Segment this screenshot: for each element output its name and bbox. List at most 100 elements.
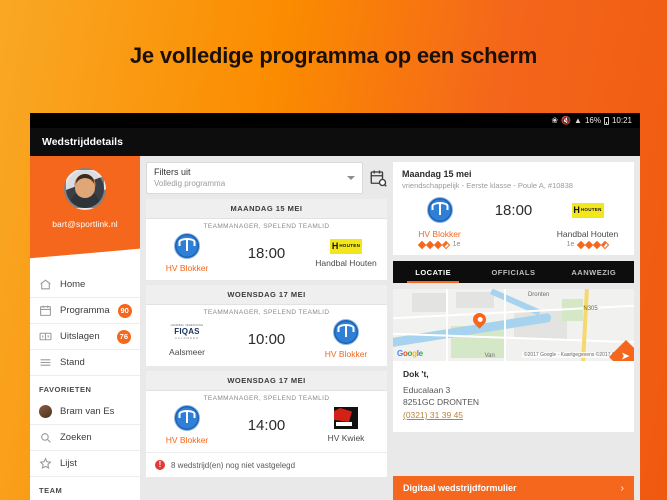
avatar[interactable]	[64, 168, 106, 210]
volume-mute-icon: 🔇	[561, 115, 572, 125]
venue-name: Dok 't,	[403, 369, 429, 379]
sidebar-item-label: Uitslagen	[60, 331, 100, 342]
filter-select[interactable]: Filters uit Volledig programma	[146, 162, 363, 194]
match-date: Maandag 15 mei	[402, 169, 472, 179]
list-item[interactable]: TEAMMANAGER, SPELEND TEAMLID HV Blokker …	[146, 391, 387, 452]
match-role-label: TEAMMANAGER, SPELEND TEAMLID	[203, 223, 330, 230]
app-content: bart@sportlink.nl Home Programma 90 Uits…	[30, 156, 640, 500]
sidebar-item-uitslagen[interactable]: Uitslagen 76	[30, 324, 140, 350]
list-item[interactable]: TEAMMANAGER, SPELEND TEAMLID HANDBAL VER…	[146, 305, 387, 366]
away-rating: 1e	[545, 240, 630, 249]
navigation-drawer: bart@sportlink.nl Home Programma 90 Uits…	[30, 156, 140, 500]
sidebar-item-programma[interactable]: Programma 90	[30, 298, 140, 324]
hv-blokker-logo	[174, 405, 200, 431]
sidebar-item-home[interactable]: Home	[30, 272, 140, 298]
hv-kwiek-logo	[334, 407, 358, 429]
sidebar-item-label: Zoeken	[60, 432, 92, 443]
home-rank-label: 1e	[452, 241, 461, 248]
filter-value: Filters uit	[154, 167, 191, 177]
chevron-down-icon[interactable]	[347, 176, 355, 180]
match-header: Maandag 15 mei vriendschappelijk - Eerst…	[393, 162, 634, 195]
alert-icon: !	[155, 460, 165, 470]
match-role-label: TEAMMANAGER, SPELEND TEAMLID	[203, 309, 330, 316]
page-title: Wedstrijddetails	[42, 136, 123, 148]
detail-home-team	[397, 197, 482, 223]
tab-aanwezig[interactable]: AANWEZIG	[554, 261, 634, 283]
tab-locatie[interactable]: LOCATIE	[393, 261, 473, 283]
tablet-device-frame: ❀ 🔇 ▲ 16% 10:21 Wedstrijddetails bart@sp…	[30, 113, 640, 500]
rating-diamonds-icon	[577, 240, 610, 249]
match-teams: HV Blokker 14:00 HV Kwiek	[146, 405, 387, 445]
favorites-section-header: FAVORIETEN	[39, 385, 92, 394]
match-meta: vriendschappelijk - Eerste klasse - Poul…	[402, 181, 573, 190]
handbal-houten-logo: H HOUTEN	[330, 238, 362, 254]
app-bar: Wedstrijddetails	[30, 128, 640, 156]
android-status-bar: ❀ 🔇 ▲ 16% 10:21	[30, 113, 640, 128]
location-map[interactable]: Dronten N305 Van Google ©2017 Google - K…	[393, 289, 634, 361]
nav-list: Home Programma 90 Uitslagen 76 Stand FAV…	[30, 264, 140, 500]
filter-bar: Filters uit Volledig programma	[146, 162, 387, 194]
tab-officials[interactable]: OFFICIALS	[473, 261, 553, 283]
day-header: WOENSDAG 17 MEI	[146, 285, 387, 305]
match-teams: HANDBAL VERENIGING FIQAS AALSMEER Aalsme…	[146, 319, 387, 359]
hv-blokker-logo	[174, 233, 200, 259]
venue-phone-link[interactable]: (0321) 31 39 45	[403, 408, 624, 422]
map-secondary-label: Van	[484, 353, 495, 359]
match-time: 14:00	[247, 416, 286, 434]
away-team: H HOUTEN Handbal Houten	[305, 238, 387, 268]
venue-address: Dok 't, Educalaan 3 8251GC DRONTEN (0321…	[393, 361, 634, 432]
list-item[interactable]: TEAMMANAGER, SPELEND TEAMLID HV Blokker …	[146, 219, 387, 280]
bluetooth-icon: ❀	[551, 115, 559, 125]
venue-street: Educalaan 3	[403, 385, 451, 395]
day-header: WOENSDAG 17 MEI	[146, 371, 387, 391]
profile-email: bart@sportlink.nl	[52, 219, 118, 229]
calendar-search-icon[interactable]	[369, 169, 387, 187]
warning-text: 8 wedstrijd(en) nog niet vastgelegd	[171, 460, 296, 470]
filter-subtitle: Volledig programma	[154, 179, 226, 188]
sidebar-item-bram-van-es[interactable]: Bram van Es	[30, 399, 140, 425]
fiqas-aalsmeer-logo: HANDBAL VERENIGING FIQAS AALSMEER	[169, 321, 205, 343]
match-time: 18:00	[247, 244, 286, 262]
match-teams: HV Blokker 18:00 H HOUTEN Handbal Houten	[146, 233, 387, 273]
away-team-name: HV Kwiek	[327, 433, 365, 443]
venue-city: 8251GC DRONTEN	[403, 397, 480, 407]
battery-icon	[603, 116, 609, 125]
detail-match-time: 18:00	[494, 201, 533, 219]
detail-away-team: H HOUTEN	[545, 202, 630, 218]
promo-banner: Je volledige programma op een scherm	[0, 0, 667, 112]
sidebar-item-stand[interactable]: Stand	[30, 350, 140, 376]
detail-away-team-name: Handbal Houten	[556, 229, 619, 239]
status-badge: 76	[116, 329, 131, 344]
map-road-label: N305	[583, 306, 598, 313]
calendar-icon	[39, 304, 52, 317]
sidebar-item-label: Bram van Es	[60, 406, 115, 417]
team-section-header: TEAM	[39, 486, 63, 495]
home-team-name: HV Blokker	[165, 435, 209, 445]
home-team: HANDBAL VERENIGING FIQAS AALSMEER Aalsme…	[146, 321, 228, 357]
detail-teams: 18:00 H HOUTEN	[393, 195, 634, 229]
chevron-right-icon: ›	[620, 482, 624, 494]
home-team-name: HV Blokker	[165, 263, 209, 273]
list-footer-warning: ! 8 wedstrijd(en) nog niet vastgelegd	[146, 452, 387, 477]
promo-headline: Je volledige programma op een scherm	[129, 43, 538, 68]
day-group: MAANDAG 15 MEI TEAMMANAGER, SPELEND TEAM…	[146, 199, 387, 280]
detail-tabs: LOCATIE OFFICIALS AANWEZIG	[393, 261, 634, 283]
sidebar-item-zoeken[interactable]: Zoeken	[30, 425, 140, 451]
detail-home-team-name: HV Blokker	[418, 229, 461, 239]
map-city-label: Dronten	[527, 291, 550, 298]
hv-blokker-logo	[333, 319, 359, 345]
hv-blokker-logo	[426, 197, 453, 223]
sidebar-item-label: Programma	[60, 305, 110, 316]
digital-match-form-button[interactable]: Digitaal wedstrijdformulier ›	[393, 476, 634, 500]
match-list-column: Filters uit Volledig programma MAANDAG 1…	[140, 156, 393, 500]
search-icon	[39, 431, 52, 444]
day-header: MAANDAG 15 MEI	[146, 199, 387, 219]
match-role-label: TEAMMANAGER, SPELEND TEAMLID	[203, 395, 330, 402]
sidebar-item-lijst[interactable]: Lijst	[30, 451, 140, 477]
sidebar-item-label: Lijst	[60, 458, 77, 469]
away-team-name: Handbal Houten	[315, 257, 377, 268]
handbal-houten-logo: H HOUTEN	[571, 202, 604, 218]
status-badge: 90	[117, 303, 132, 318]
profile-header[interactable]: bart@sportlink.nl	[30, 156, 140, 264]
cta-label: Digitaal wedstrijdformulier	[403, 483, 517, 493]
